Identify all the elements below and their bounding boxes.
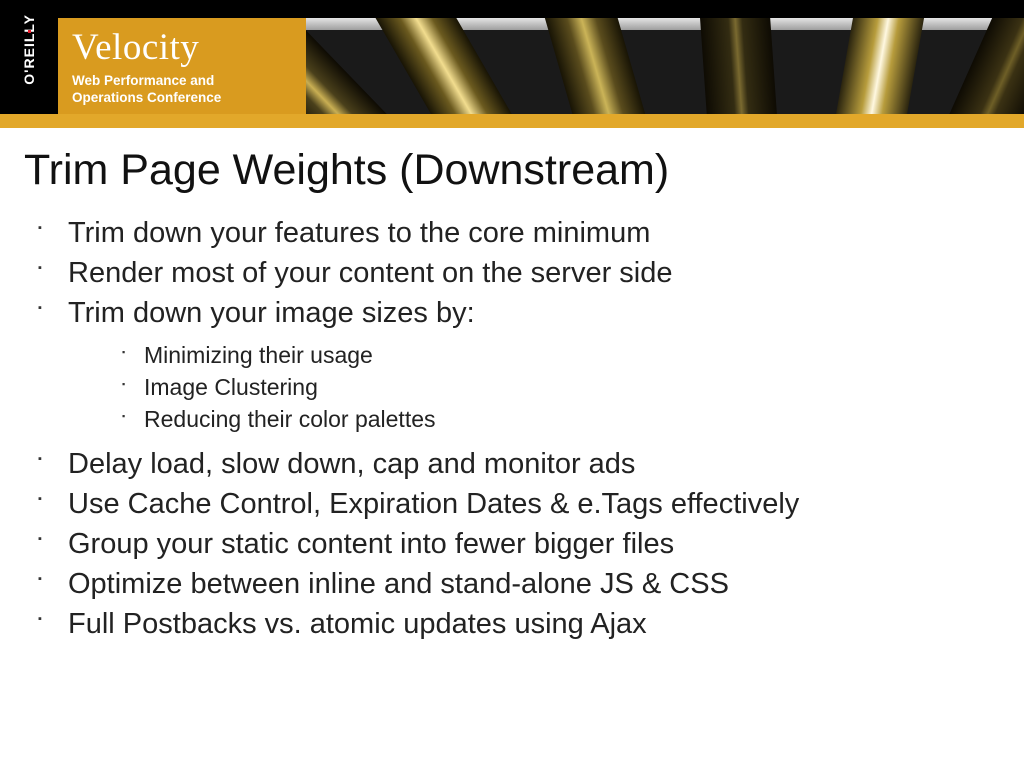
- brand-title: Velocity: [72, 26, 294, 69]
- list-item: Full Postbacks vs. atomic updates using …: [24, 606, 1004, 643]
- slide-body: Trim Page Weights (Downstream) Trim down…: [0, 128, 1024, 643]
- list-item: Group your static content into fewer big…: [24, 526, 1004, 563]
- publisher-text: O'REILLY: [21, 14, 37, 85]
- brand-tagline-line1: Web Performance and: [72, 73, 214, 88]
- bullet-text: Delay load, slow down, cap and monitor a…: [68, 448, 635, 480]
- bullet-text: Group your static content into fewer big…: [68, 528, 674, 560]
- slide-title: Trim Page Weights (Downstream): [24, 146, 1004, 195]
- list-item: Image Clustering: [112, 372, 1004, 404]
- list-item: Minimizing their usage: [112, 340, 1004, 372]
- header-accent-bar: [0, 114, 1024, 128]
- turbine-blade-icon: [929, 18, 1024, 114]
- bullet-list: Trim down your features to the core mini…: [24, 215, 1004, 643]
- list-item: Optimize between inline and stand-alone …: [24, 566, 1004, 603]
- bullet-text: Use Cache Control, Expiration Dates & e.…: [68, 488, 799, 520]
- brand-block: Velocity Web Performance and Operations …: [58, 18, 306, 114]
- list-item: Delay load, slow down, cap and monitor a…: [24, 446, 1004, 483]
- bullet-text: Minimizing their usage: [144, 342, 373, 368]
- header-top-strip: [0, 0, 1024, 18]
- publisher-mark-icon: [28, 30, 31, 33]
- list-item: Render most of your content on the serve…: [24, 255, 1004, 292]
- brand-tagline-line2: Operations Conference: [72, 90, 221, 105]
- slide-header: O'REILLY Velocity Web Performance and Op…: [0, 0, 1024, 128]
- bullet-text: Render most of your content on the serve…: [68, 257, 672, 289]
- sub-bullet-list: Minimizing their usage Image Clustering …: [112, 340, 1004, 435]
- bullet-text: Optimize between inline and stand-alone …: [68, 568, 729, 600]
- list-item: Reducing their color palettes: [112, 404, 1004, 436]
- list-item: Trim down your features to the core mini…: [24, 215, 1004, 252]
- bullet-text: Image Clustering: [144, 374, 318, 400]
- publisher-block: O'REILLY: [0, 0, 58, 128]
- turbine-image: [306, 18, 1024, 114]
- bullet-text: Reducing their color palettes: [144, 406, 436, 432]
- turbine-blade-icon: [676, 18, 781, 114]
- bullet-text: Trim down your features to the core mini…: [68, 217, 650, 249]
- list-item: Use Cache Control, Expiration Dates & e.…: [24, 486, 1004, 523]
- brand-tagline: Web Performance and Operations Conferenc…: [72, 73, 294, 107]
- list-item: Trim down your image sizes by: Minimizin…: [24, 295, 1004, 435]
- bullet-text: Full Postbacks vs. atomic updates using …: [68, 608, 647, 640]
- bullet-text: Trim down your image sizes by:: [68, 297, 475, 329]
